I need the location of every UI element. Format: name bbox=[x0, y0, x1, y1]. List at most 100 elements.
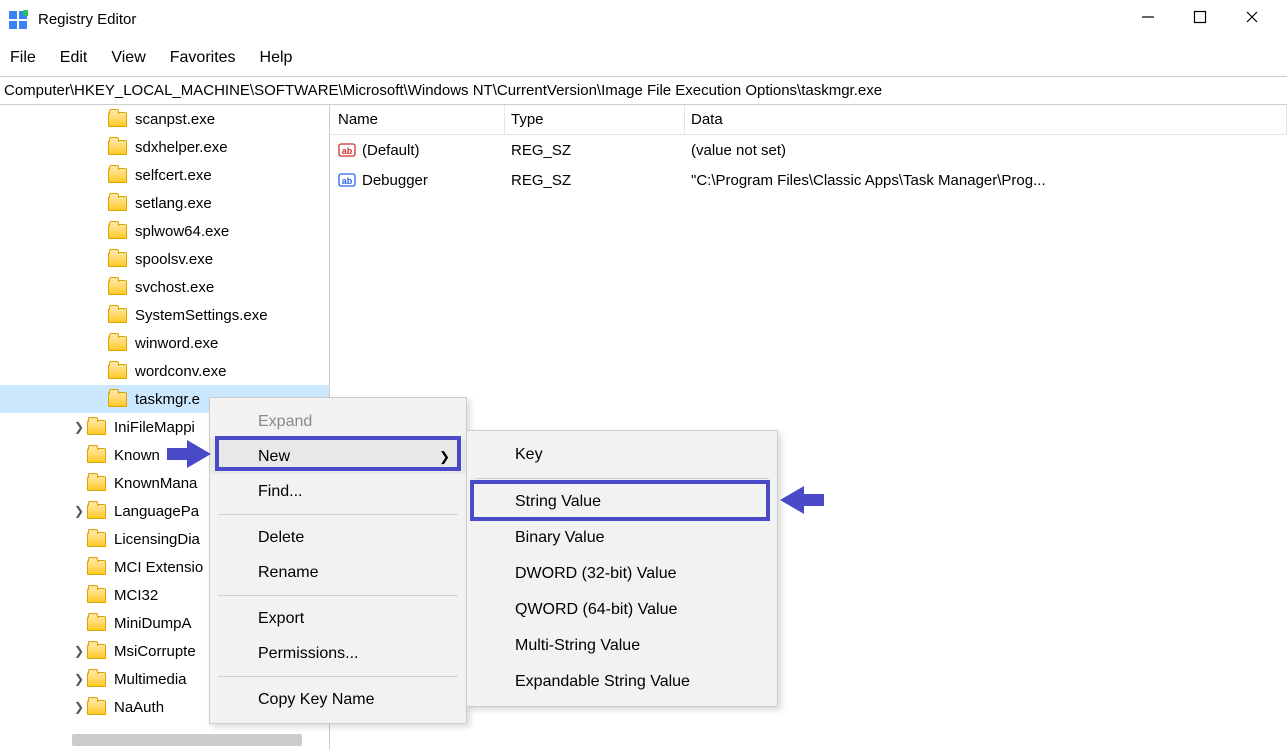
chevron-right-icon[interactable]: ❯ bbox=[72, 504, 86, 518]
chevron-right-icon[interactable]: ❯ bbox=[72, 420, 86, 434]
folder-icon bbox=[87, 644, 106, 659]
tree-item[interactable]: sdxhelper.exe bbox=[0, 133, 329, 161]
cm-new-multistring[interactable]: Multi-String Value bbox=[467, 628, 777, 664]
chevron-right-icon[interactable]: ❯ bbox=[72, 700, 86, 714]
folder-icon bbox=[108, 336, 127, 351]
chevron-right-icon[interactable]: ❯ bbox=[72, 644, 86, 658]
tree-item[interactable]: svchost.exe bbox=[0, 273, 329, 301]
svg-text:ab: ab bbox=[342, 146, 353, 156]
value-name: (Default) bbox=[362, 142, 420, 159]
separator bbox=[475, 478, 769, 479]
value-name: Debugger bbox=[362, 172, 428, 189]
folder-icon bbox=[87, 420, 106, 435]
cm-new[interactable]: New❯ bbox=[210, 439, 466, 474]
folder-icon bbox=[108, 224, 127, 239]
tree-item-label: spoolsv.exe bbox=[135, 251, 213, 268]
folder-icon bbox=[87, 672, 106, 687]
cm-find[interactable]: Find... bbox=[210, 474, 466, 509]
cm-expand: Expand bbox=[210, 404, 466, 439]
close-button[interactable] bbox=[1245, 10, 1259, 29]
tree-item[interactable]: spoolsv.exe bbox=[0, 245, 329, 273]
cm-new-expandable[interactable]: Expandable String Value bbox=[467, 664, 777, 700]
tree-item-label: KnownMana bbox=[114, 475, 197, 492]
cm-export[interactable]: Export bbox=[210, 601, 466, 636]
tree-item-label: setlang.exe bbox=[135, 195, 212, 212]
menu-edit[interactable]: Edit bbox=[60, 49, 88, 67]
tree-item-label: sdxhelper.exe bbox=[135, 139, 228, 156]
folder-icon bbox=[108, 196, 127, 211]
menu-help[interactable]: Help bbox=[260, 49, 293, 67]
tree-item-label: MsiCorrupte bbox=[114, 643, 196, 660]
tree-item-label: taskmgr.e bbox=[135, 391, 200, 408]
folder-icon bbox=[108, 364, 127, 379]
cm-permissions[interactable]: Permissions... bbox=[210, 636, 466, 671]
context-menu-new: Key String Value Binary Value DWORD (32-… bbox=[466, 430, 778, 707]
cm-new-string[interactable]: String Value bbox=[467, 484, 777, 520]
chevron-right-icon[interactable]: ❯ bbox=[72, 672, 86, 686]
app-icon bbox=[8, 10, 28, 30]
folder-icon bbox=[87, 476, 106, 491]
tree-item-label: winword.exe bbox=[135, 335, 218, 352]
value-data: "C:\Program Files\Classic Apps\Task Mana… bbox=[685, 172, 1287, 189]
maximize-button[interactable] bbox=[1193, 10, 1207, 29]
tree-item[interactable]: scanpst.exe bbox=[0, 105, 329, 133]
tree-item[interactable]: selfcert.exe bbox=[0, 161, 329, 189]
value-row[interactable]: ab Debugger REG_SZ"C:\Program Files\Classi… bbox=[330, 165, 1287, 195]
cm-delete[interactable]: Delete bbox=[210, 520, 466, 555]
folder-icon bbox=[87, 700, 106, 715]
cm-rename[interactable]: Rename bbox=[210, 555, 466, 590]
folder-icon bbox=[87, 448, 106, 463]
minimize-button[interactable] bbox=[1141, 10, 1155, 29]
tree-item-label: selfcert.exe bbox=[135, 167, 212, 184]
tree-item[interactable]: splwow64.exe bbox=[0, 217, 329, 245]
tree-horizontal-scrollbar[interactable] bbox=[72, 734, 302, 746]
cm-new-dword[interactable]: DWORD (32-bit) Value bbox=[467, 556, 777, 592]
separator bbox=[218, 676, 458, 677]
tree-item-label: MCI32 bbox=[114, 587, 158, 604]
context-menu-key: Expand New❯ Find... Delete Rename Export… bbox=[209, 397, 467, 724]
tree-item[interactable]: SystemSettings.exe bbox=[0, 301, 329, 329]
menu-favorites[interactable]: Favorites bbox=[170, 49, 236, 67]
folder-icon bbox=[87, 588, 106, 603]
tree-item-label: MiniDumpA bbox=[114, 615, 192, 632]
menu-bar: File Edit View Favorites Help bbox=[0, 40, 1287, 76]
value-row[interactable]: ab(Default)REG_SZ(value not set) bbox=[330, 135, 1287, 165]
tree-item-label: SystemSettings.exe bbox=[135, 307, 268, 324]
separator bbox=[218, 514, 458, 515]
cm-new-binary[interactable]: Binary Value bbox=[467, 520, 777, 556]
cm-new-qword[interactable]: QWORD (64-bit) Value bbox=[467, 592, 777, 628]
svg-text:ab: ab bbox=[342, 176, 353, 186]
tree-item-label: svchost.exe bbox=[135, 279, 214, 296]
folder-icon bbox=[87, 532, 106, 547]
cm-new-key[interactable]: Key bbox=[467, 437, 777, 473]
folder-icon bbox=[108, 112, 127, 127]
string-value-icon: ab bbox=[338, 141, 356, 159]
tree-item-label: scanpst.exe bbox=[135, 111, 215, 128]
tree-item-label: LicensingDia bbox=[114, 531, 200, 548]
tree-item-label: LanguagePa bbox=[114, 503, 199, 520]
cm-copy-key-name[interactable]: Copy Key Name bbox=[210, 682, 466, 717]
tree-item-label: NaAuth bbox=[114, 699, 164, 716]
folder-icon bbox=[108, 252, 127, 267]
tree-item-label: Multimedia bbox=[114, 671, 187, 688]
separator bbox=[218, 595, 458, 596]
annotation-arrow-icon bbox=[778, 482, 826, 518]
value-data: (value not set) bbox=[685, 142, 1287, 159]
column-header-type[interactable]: Type bbox=[505, 105, 685, 134]
folder-icon bbox=[87, 616, 106, 631]
title-bar: Registry Editor bbox=[0, 0, 1287, 40]
tree-item[interactable]: winword.exe bbox=[0, 329, 329, 357]
tree-item[interactable]: wordconv.exe bbox=[0, 357, 329, 385]
column-header-data[interactable]: Data bbox=[685, 105, 1287, 134]
window-title: Registry Editor bbox=[38, 11, 136, 28]
menu-view[interactable]: View bbox=[111, 49, 145, 67]
address-bar[interactable]: Computer\HKEY_LOCAL_MACHINE\SOFTWARE\Mic… bbox=[0, 76, 1287, 105]
column-header-name[interactable]: Name bbox=[330, 105, 505, 134]
tree-item-label: splwow64.exe bbox=[135, 223, 229, 240]
annotation-arrow-icon bbox=[165, 436, 213, 472]
value-type: REG_SZ bbox=[505, 172, 685, 189]
tree-item[interactable]: setlang.exe bbox=[0, 189, 329, 217]
values-header: Name Type Data bbox=[330, 105, 1287, 135]
menu-file[interactable]: File bbox=[10, 49, 36, 67]
tree-item-label: Known bbox=[114, 447, 160, 464]
